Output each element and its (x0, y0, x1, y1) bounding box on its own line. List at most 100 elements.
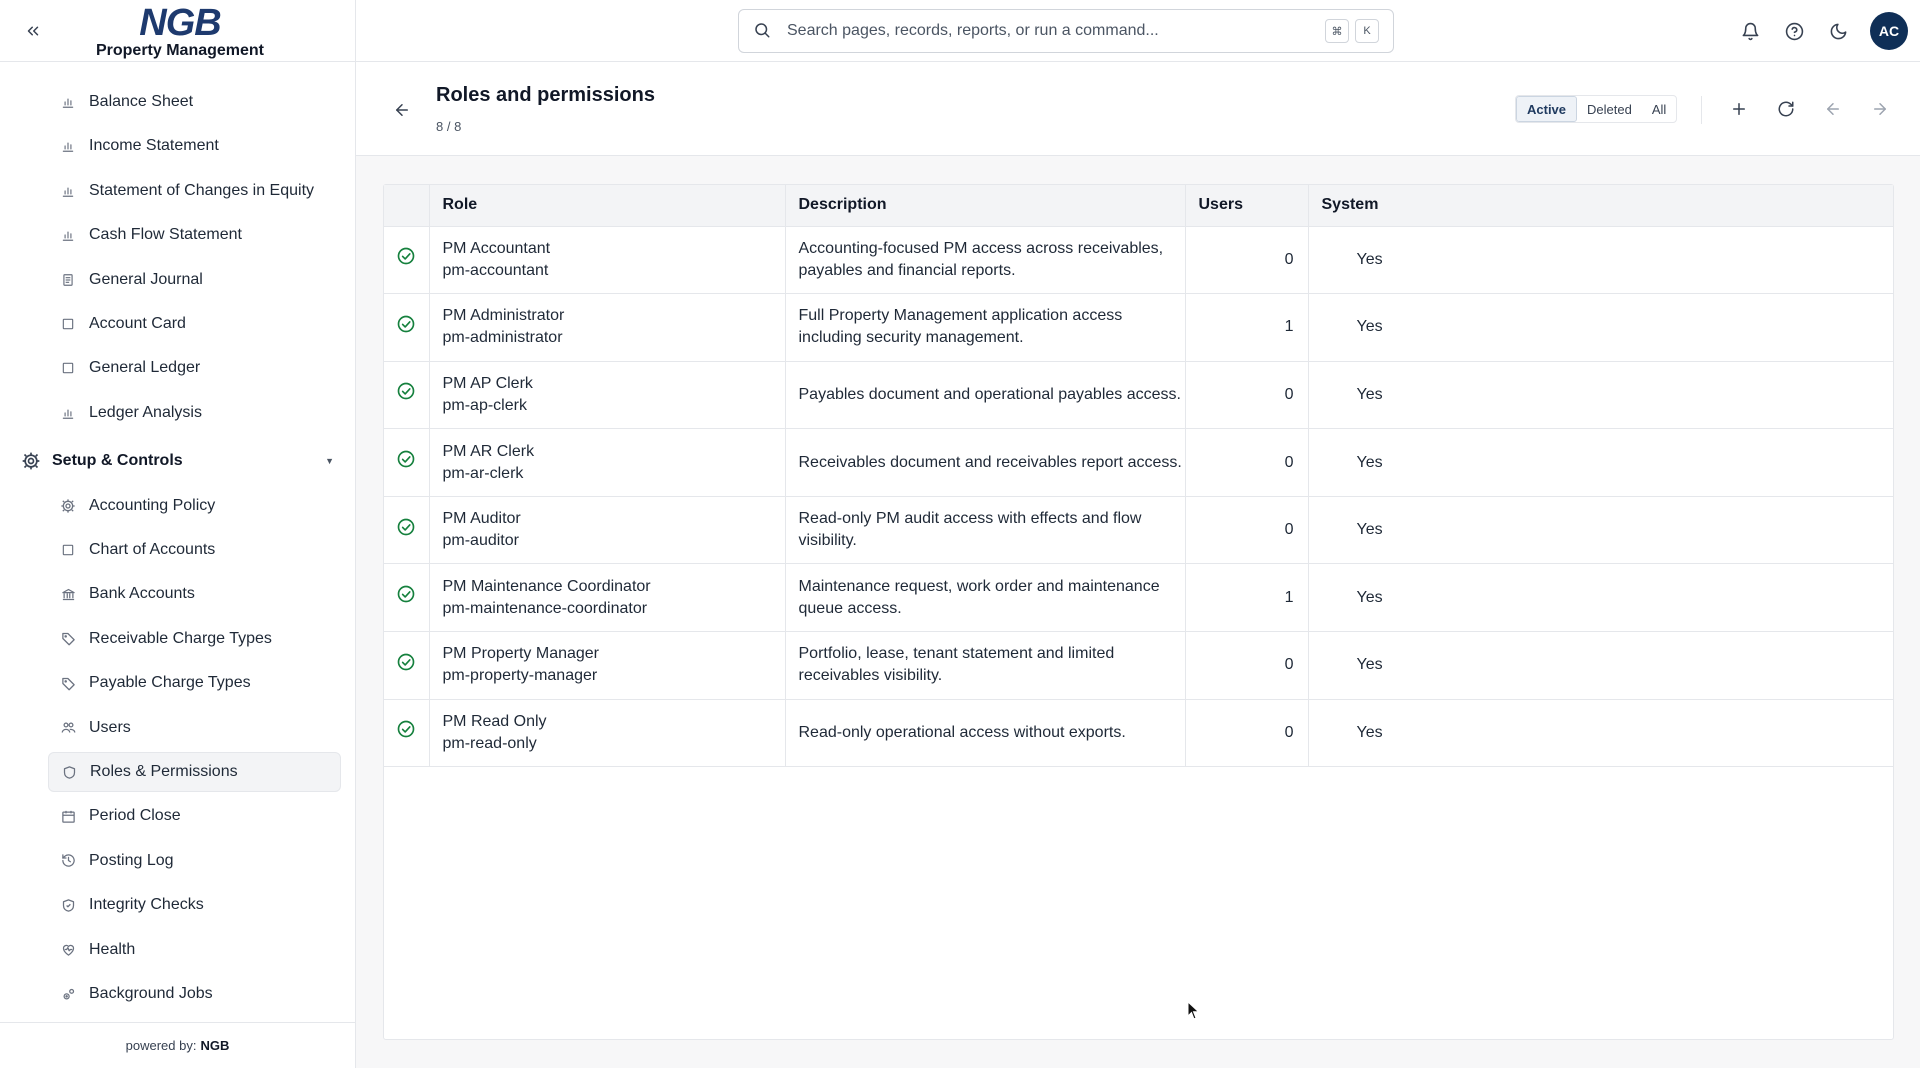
sidebar-item-label: Account Card (89, 315, 186, 332)
check-circle-icon (396, 584, 416, 604)
refresh-icon[interactable] (1774, 97, 1798, 121)
table-row[interactable]: PM Auditor pm-auditor Read-only PM audit a… (384, 496, 1893, 565)
role-cell[interactable]: PM Auditor pm-auditor (429, 496, 786, 565)
sidebar-item-roles-and-permissions[interactable]: Roles & Permissions (48, 752, 341, 792)
sidebar-item-receivable-charge-types[interactable]: Receivable Charge Types (48, 619, 341, 659)
status-filter: Active Deleted All (1515, 95, 1678, 123)
search-input[interactable]: Search pages, records, reports, or run a… (738, 9, 1394, 53)
role-name: PM Administrator (442, 307, 565, 325)
col-system[interactable]: System (1308, 185, 1893, 227)
role-cell[interactable]: PM Accountant pm-accountant (429, 226, 786, 295)
prev-arrow-icon[interactable] (1821, 97, 1845, 121)
users-icon (60, 720, 76, 736)
sidebar-item-cash-flow-statement[interactable]: Cash Flow Statement (48, 215, 341, 255)
shield-check-icon (60, 897, 76, 913)
main-content: Role Description Users System PM Account… (356, 156, 1920, 1068)
sidebar-item-period-close[interactable]: Period Close (48, 796, 341, 836)
brand-logo[interactable]: NGB Property Management (90, 4, 270, 60)
table-row[interactable]: PM Accountant pm-accountant Accounting-foc… (384, 226, 1893, 295)
moon-icon[interactable] (1826, 19, 1850, 43)
sidebar-item-account-card[interactable]: Account Card (48, 304, 341, 344)
role-cell[interactable]: PM Maintenance Coordinator pm-maintenance… (429, 563, 786, 633)
sidebar-item-health[interactable]: Health (48, 930, 341, 970)
col-role[interactable]: Role (429, 185, 786, 227)
filter-active[interactable]: Active (1516, 96, 1578, 122)
calendar-icon (60, 808, 76, 824)
role-name: PM Auditor (442, 510, 521, 528)
check-circle-icon (396, 652, 416, 672)
sidebar-item-income-statement[interactable]: Income Statement (48, 126, 341, 166)
sidebar: NGB Property Management Balance Sheet Inc… (0, 0, 356, 1068)
plus-icon[interactable] (1727, 97, 1751, 121)
square-icon (60, 542, 76, 558)
bar-chart-icon (60, 405, 76, 421)
role-cell[interactable]: PM Read Only pm-read-only (429, 699, 786, 768)
role-name: PM Read Only (442, 712, 547, 730)
sidebar-item-integrity-checks[interactable]: Integrity Checks (48, 885, 341, 925)
bar-chart-icon (60, 183, 76, 199)
table-row[interactable]: PM AP Clerk pm-ap-clerk Payables document … (384, 361, 1893, 430)
sidebar-nav: Balance Sheet Income Statement Statement o… (0, 62, 355, 1022)
role-cell[interactable]: PM Administrator pm-administrator (429, 293, 786, 362)
caret-down-icon[interactable]: ▼ (325, 456, 334, 466)
table-row[interactable]: PM Maintenance Coordinator pm-maintenance… (384, 563, 1893, 633)
page-header: Roles and permissions 8 / 8 Active Delet… (356, 62, 1920, 156)
bell-icon[interactable] (1738, 19, 1762, 43)
role-cell[interactable]: PM Property Manager pm-property-manager (429, 631, 786, 700)
sidebar-item-label: Accounting Policy (89, 496, 216, 514)
search-placeholder: Search pages, records, reports, or run a… (787, 22, 1159, 39)
table-row[interactable]: PM Property Manager pm-property-manager Po… (384, 631, 1893, 700)
powered-by-label: powered by: (125, 1038, 197, 1053)
table-row[interactable]: PM Administrator pm-administrator Full Pro… (384, 293, 1893, 362)
description-cell: Payables document and operational payabl… (785, 361, 1186, 430)
sidebar-item-bank-accounts[interactable]: Bank Accounts (48, 574, 341, 614)
sidebar-footer: powered by: NGB (0, 1022, 355, 1068)
role-cell[interactable]: PM AP Clerk pm-ap-clerk (429, 361, 786, 430)
sidebar-item-accounting-policy[interactable]: Accounting Policy (48, 486, 341, 526)
sidebar-item-statement-of-changes-in-equity[interactable]: Statement of Changes in Equity (48, 171, 341, 211)
sidebar-item-chart-of-accounts[interactable]: Chart of Accounts (48, 530, 341, 570)
check-circle-icon (396, 246, 416, 266)
sidebar-item-posting-log[interactable]: Posting Log (48, 841, 341, 881)
table-row[interactable]: PM AR Clerk pm-ar-clerk Receivables docume… (384, 428, 1893, 497)
system-cell: Yes (1308, 293, 1893, 362)
col-users[interactable]: Users (1185, 185, 1309, 227)
sidebar-item-general-ledger[interactable]: General Ledger (48, 348, 341, 388)
brand-name: Property Management (95, 42, 265, 59)
sidebar-item-background-jobs[interactable]: Background Jobs (48, 974, 341, 1014)
sidebar-item-label: Balance Sheet (89, 93, 194, 110)
status-cell (384, 361, 430, 430)
sidebar-item-balance-sheet[interactable]: Balance Sheet (48, 82, 341, 122)
status-cell (384, 226, 430, 295)
sidebar-section-setup-and-controls[interactable]: Setup & Controls ▼ (20, 441, 338, 481)
filter-all[interactable]: All (1642, 96, 1676, 122)
description-cell: Accounting-focused PM access across rece… (785, 226, 1186, 295)
table-row[interactable]: PM Read Only pm-read-only Read-only operat… (384, 699, 1893, 768)
square-icon (60, 360, 76, 376)
sidebar-item-payable-charge-types[interactable]: Payable Charge Types (48, 663, 341, 703)
sidebar-item-general-journal[interactable]: General Journal (48, 260, 341, 300)
back-arrow-icon[interactable] (390, 98, 414, 122)
next-arrow-icon[interactable] (1868, 97, 1892, 121)
sidebar-header: NGB Property Management (0, 0, 355, 62)
status-cell (384, 631, 430, 700)
help-icon[interactable] (1782, 19, 1806, 43)
description-cell: Read-only operational access without exp… (785, 699, 1186, 768)
sidebar-item-label: Period Close (89, 807, 181, 825)
avatar[interactable]: AC (1870, 12, 1908, 50)
logo-mark: NGB (139, 2, 221, 44)
kbd-cmd: ⌘ (1325, 19, 1349, 43)
description-cell: Receivables document and receivables rep… (785, 428, 1186, 497)
status-cell (384, 699, 430, 768)
role-cell[interactable]: PM AR Clerk pm-ar-clerk (429, 428, 786, 497)
system-cell: Yes (1308, 428, 1893, 497)
collapse-sidebar-icon[interactable] (20, 18, 46, 44)
sidebar-item-hidden[interactable] (48, 62, 341, 74)
status-cell (384, 428, 430, 497)
sidebar-item-label: Ledger Analysis (89, 403, 202, 421)
filter-deleted[interactable]: Deleted (1577, 96, 1642, 122)
col-description[interactable]: Description (785, 185, 1186, 227)
sidebar-item-ledger-analysis[interactable]: Ledger Analysis (48, 393, 341, 433)
sidebar-item-users[interactable]: Users (48, 708, 341, 748)
role-name: PM AR Clerk (442, 442, 535, 460)
